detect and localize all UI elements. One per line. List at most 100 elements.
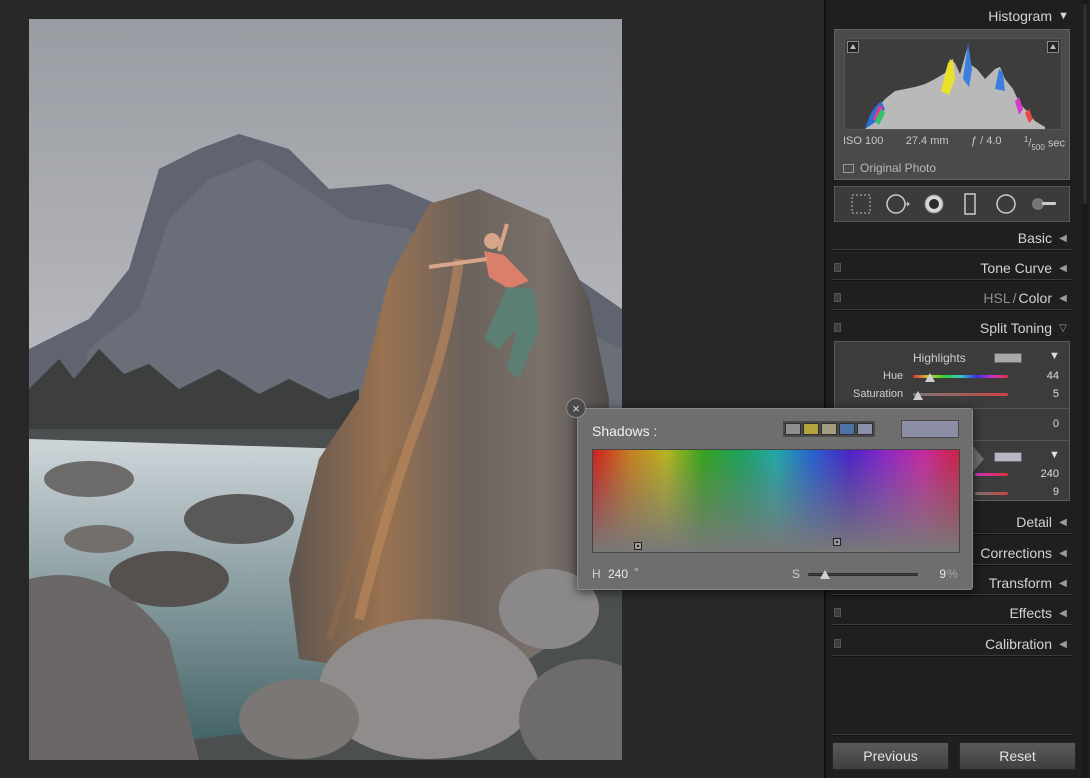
- panel-calibration[interactable]: Calibration ◀: [832, 630, 1072, 658]
- panel-basic[interactable]: Basic ◀: [832, 224, 1072, 252]
- radial-filter-icon[interactable]: [993, 192, 1019, 216]
- spectrum-saturation: [593, 450, 959, 552]
- collapse-left-icon[interactable]: ◀: [1058, 233, 1068, 244]
- collapse-left-icon[interactable]: ◀: [1058, 548, 1068, 559]
- color-tab[interactable]: Color: [1019, 290, 1052, 306]
- color-swatch[interactable]: [821, 423, 837, 435]
- collapse-left-icon[interactable]: ◀: [1058, 639, 1068, 650]
- hsl-separator: /: [1012, 290, 1017, 306]
- panel-switch-icon[interactable]: [834, 293, 841, 302]
- histogram-box: ISO 100 27.4 mm ƒ / 4.0 1/500 sec Origin…: [834, 29, 1070, 180]
- photo-preview[interactable]: [29, 19, 622, 760]
- shutter-speed: 1/500 sec: [1023, 135, 1065, 152]
- shadow-clipping-icon[interactable]: [847, 41, 859, 53]
- collapse-left-icon[interactable]: ◀: [1058, 293, 1068, 304]
- hue-unit: °: [634, 565, 639, 579]
- color-spectrum[interactable]: [592, 449, 960, 553]
- divider: [832, 655, 1072, 657]
- histogram-title: Histogram: [988, 8, 1052, 24]
- shadows-marker[interactable]: [833, 538, 841, 546]
- scrollbar-thumb[interactable]: [1083, 4, 1087, 204]
- image-canvas[interactable]: [0, 0, 822, 778]
- preset-swatches: [783, 421, 875, 437]
- panel-switch-icon[interactable]: [834, 323, 841, 332]
- saturation-unit: %: [947, 567, 958, 581]
- highlights-hue-thumb[interactable]: [925, 373, 936, 382]
- divider: [832, 279, 1072, 281]
- highlights-color-swatch[interactable]: [994, 353, 1022, 363]
- adjustment-brush-icon[interactable]: [1030, 192, 1056, 216]
- divider: [832, 734, 1072, 736]
- highlights-saturation-value[interactable]: 5: [1029, 388, 1059, 400]
- panel-scrollbar[interactable]: [1082, 0, 1088, 778]
- panel-effects[interactable]: Effects ◀: [832, 599, 1072, 627]
- detail-label: Detail: [1016, 514, 1052, 530]
- panel-tone-curve[interactable]: Tone Curve ◀: [832, 254, 1072, 282]
- previous-button[interactable]: Previous: [832, 742, 949, 770]
- collapse-left-icon[interactable]: ◀: [1058, 263, 1068, 274]
- saturation-thumb[interactable]: [819, 570, 830, 579]
- highlights-hue-value[interactable]: 44: [1029, 370, 1059, 382]
- shadows-color-swatch[interactable]: [994, 452, 1022, 462]
- color-swatch[interactable]: [857, 423, 873, 435]
- collapse-left-icon[interactable]: ◀: [1058, 578, 1068, 589]
- shadows-saturation-value[interactable]: 9: [1029, 486, 1059, 498]
- divider: [832, 309, 1072, 311]
- calibration-label: Calibration: [985, 636, 1052, 652]
- red-eye-icon[interactable]: [921, 192, 947, 216]
- panel-hsl-color[interactable]: HSL / Color ◀: [832, 284, 1072, 312]
- develop-panel: Histogram ▼ ISO 100 27.4 mm ƒ / 4.0 1/50…: [824, 0, 1090, 778]
- crop-overlay-icon[interactable]: [848, 192, 874, 216]
- bottom-buttons: Previous Reset: [832, 742, 1076, 770]
- histogram-header[interactable]: Histogram ▼: [832, 2, 1072, 30]
- collapse-left-icon[interactable]: ◀: [1058, 517, 1068, 528]
- spot-removal-icon[interactable]: [884, 192, 911, 216]
- shadows-saturation-slider[interactable]: [975, 492, 1008, 495]
- color-swatch[interactable]: [785, 423, 801, 435]
- transform-label: Transform: [988, 575, 1052, 591]
- picker-footer: H 240 ° S 9 %: [592, 565, 960, 583]
- saturation-label: S: [792, 567, 801, 581]
- highlights-marker[interactable]: [634, 542, 642, 550]
- panel-split-toning[interactable]: Split Toning ▽: [832, 314, 1072, 342]
- saturation-value[interactable]: 9: [934, 567, 946, 581]
- picker-title: Shadows :: [592, 423, 658, 439]
- shadows-hue-value[interactable]: 240: [1029, 468, 1059, 480]
- aperture: ƒ / 4.0: [970, 135, 1002, 147]
- panel-switch-icon[interactable]: [834, 639, 841, 648]
- tool-strip: [834, 186, 1070, 222]
- highlights-saturation-slider[interactable]: [913, 393, 1008, 396]
- graduated-filter-icon[interactable]: [957, 192, 983, 216]
- highlights-picker-triangle-icon[interactable]: ▼: [1049, 350, 1060, 362]
- color-swatch[interactable]: [803, 423, 819, 435]
- collapse-triangle-icon[interactable]: ▼: [1058, 10, 1069, 22]
- popup-pointer: [972, 445, 984, 473]
- shadows-hue-slider[interactable]: [975, 473, 1008, 476]
- collapse-left-icon[interactable]: ◀: [1058, 608, 1068, 619]
- histogram-graph[interactable]: [844, 38, 1062, 130]
- climber-photo: [29, 19, 622, 760]
- color-swatch[interactable]: [839, 423, 855, 435]
- highlights-saturation-thumb[interactable]: [912, 391, 923, 400]
- panel-switch-icon[interactable]: [834, 608, 841, 617]
- current-color-swatch: [901, 420, 959, 438]
- lightroom-window: Histogram ▼ ISO 100 27.4 mm ƒ / 4.0 1/50…: [0, 0, 1090, 778]
- highlight-clipping-icon[interactable]: [1047, 41, 1059, 53]
- exif-readout: ISO 100 27.4 mm ƒ / 4.0 1/500 sec: [843, 135, 1065, 152]
- original-photo-toggle[interactable]: Original Photo: [843, 161, 936, 175]
- lens-corrections-label: Corrections: [980, 545, 1052, 561]
- iso-value: ISO 100: [843, 135, 884, 147]
- reset-button[interactable]: Reset: [959, 742, 1076, 770]
- close-icon[interactable]: ×: [566, 398, 586, 418]
- hsl-tab[interactable]: HSL: [983, 290, 1010, 306]
- expand-down-icon[interactable]: ▽: [1058, 323, 1068, 334]
- effects-label: Effects: [1009, 605, 1052, 621]
- balance-value[interactable]: 0: [1029, 418, 1059, 430]
- basic-label: Basic: [1017, 230, 1052, 246]
- focal-length: 27.4 mm: [905, 135, 949, 147]
- panel-switch-icon[interactable]: [834, 263, 841, 272]
- original-photo-checkbox[interactable]: [843, 163, 854, 173]
- divider: [832, 594, 1072, 596]
- hue-value[interactable]: 240: [608, 567, 628, 581]
- shadows-picker-triangle-icon[interactable]: ▼: [1049, 449, 1060, 461]
